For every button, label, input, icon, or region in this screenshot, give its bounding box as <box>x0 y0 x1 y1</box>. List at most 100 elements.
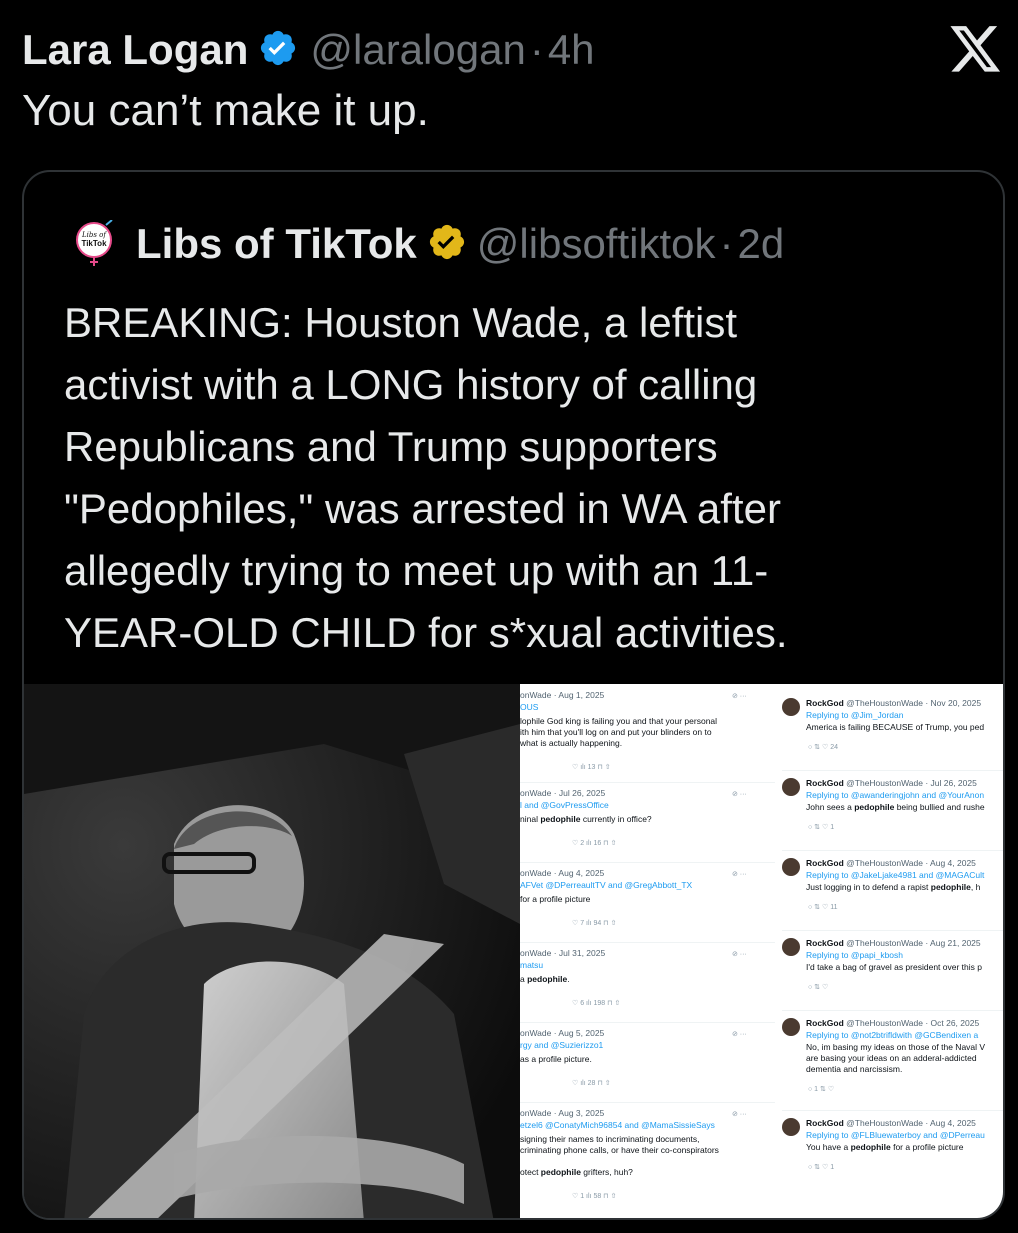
mini-tweet-replying: matsu <box>520 960 543 971</box>
mini-tweet-date: onWade · Aug 1, 2025 <box>520 690 605 700</box>
mini-tweet-text: otect pedophile grifters, huh? <box>520 1167 633 1177</box>
mini-tweet-mention: OUS <box>520 702 539 712</box>
mini-tweet-replying: Replying to @papi_kbosh <box>806 950 903 961</box>
more-options-icon: ⊘ ··· <box>732 693 747 700</box>
quote-text-line: allegedly trying to meet up with an 11- <box>64 547 769 594</box>
divider <box>782 1010 1003 1011</box>
mini-tweet-text: what is actually happening. <box>520 738 623 748</box>
libs-of-tiktok-avatar[interactable]: Libs of TikTok <box>72 219 116 268</box>
mini-tweet-date: onWade · Jul 31, 2025 <box>520 948 606 958</box>
mini-tweet-actions: ♡ ılı 13 ⊓ ⇧ <box>572 764 611 771</box>
arrest-photo-image[interactable] <box>24 684 520 1218</box>
mini-tweet-text: No, im basing my ideas on those of the N… <box>806 1042 986 1052</box>
quote-text-line: activist with a LONG history of calling <box>64 361 758 408</box>
screenshot-column-right: RockGod @TheHoustonWade · Nov 20, 2025 Re… <box>782 684 1003 1218</box>
mini-tweet-date: onWade · Jul 26, 2025 <box>520 788 606 798</box>
avatar <box>782 778 800 796</box>
tweet-timestamp[interactable]: 4h <box>548 26 595 74</box>
mini-tweet-text: Just logging in to defend a rapist pedop… <box>806 882 981 892</box>
quote-author-line: Libs of TikTok Libs of TikTok @libsoftik… <box>72 216 784 272</box>
gold-verified-badge-icon <box>427 222 467 267</box>
mini-tweet-actions: ♡ 2 ılı 16 ⊓ ⇧ <box>572 840 617 847</box>
mini-tweet-text: signing their names to incriminating doc… <box>520 1134 700 1144</box>
mini-tweet-mention: etzel6 @ConatyMich96854 and @MamaSissieS… <box>520 1120 715 1130</box>
tweet-author-line: Lara Logan @laralogan · 4h <box>22 22 595 78</box>
separator-dot: · <box>529 26 544 73</box>
author-name[interactable]: Lara Logan <box>22 26 248 74</box>
screenshot-column-left: onWade · Aug 1, 2025 ⊘ ··· OUS lophile God … <box>520 684 775 1218</box>
mini-tweet-text: John sees a pedophile being bullied and … <box>806 802 985 812</box>
mini-tweet-mention: Replying to @Jim_Jordan <box>806 710 904 720</box>
mini-tweet-replying: l and @GovPressOffice <box>520 800 609 811</box>
more-options-icon: ⊘ ··· <box>732 871 747 878</box>
more-options-icon: ⊘ ··· <box>732 951 747 958</box>
mini-tweet-date: onWade · Aug 4, 2025 <box>520 868 605 878</box>
mini-tweet-replying: Replying to @Jim_Jordan <box>806 710 903 721</box>
quoted-tweet-card[interactable]: Libs of TikTok Libs of TikTok @libsoftik… <box>22 170 1005 1220</box>
more-options-icon: ⊘ ··· <box>732 1111 747 1118</box>
mini-tweet-replying: Replying to @not2btrifldwith @GCBendixen… <box>806 1030 978 1041</box>
mini-tweet-author: RockGod <box>806 1118 844 1128</box>
quote-author-name[interactable]: Libs of TikTok <box>136 220 417 268</box>
mini-tweet-mention: l and @GovPressOffice <box>520 800 609 810</box>
more-options-icon: ⊘ ··· <box>732 791 747 798</box>
mini-tweet-replying: Replying to @JakeLjake4981 and @MAGACult <box>806 870 984 881</box>
mini-tweet-replying: rgy and @Suzierizzo1 <box>520 1040 603 1051</box>
mini-tweet-meta: RockGod @TheHoustonWade · Oct 26, 2025 <box>806 1018 979 1029</box>
mini-tweet-mention: Replying to @not2btrifldwith @GCBendixen… <box>806 1030 979 1040</box>
mini-tweet-mention: Replying to @papi_kbosh <box>806 950 903 960</box>
mini-tweet-date: onWade · Aug 3, 2025 <box>520 1108 605 1118</box>
quote-author-handle[interactable]: @libsoftiktok <box>477 220 716 268</box>
mini-tweet-meta: RockGod @TheHoustonWade · Aug 4, 2025 <box>806 1118 976 1129</box>
mini-tweet-meta: onWade · Aug 4, 2025 <box>520 868 604 879</box>
mini-tweet-actions: ○ 1 ⇅ ♡ <box>808 1086 835 1093</box>
mini-tweet-mention: rgy and @Suzierizzo1 <box>520 1040 604 1050</box>
mini-tweet-text: are basing your ideas on an adderal-addi… <box>806 1053 977 1063</box>
avatar <box>782 698 800 716</box>
avatar <box>782 1118 800 1136</box>
mini-tweet-meta: onWade · Aug 5, 2025 <box>520 1028 604 1039</box>
quote-text-line: Republicans and Trump supporters <box>64 423 718 470</box>
mini-tweet-text: I'd take a bag of gravel as president ov… <box>806 962 982 972</box>
mini-tweet-author: RockGod <box>806 858 844 868</box>
mini-tweet-date: @TheHoustonWade · Aug 21, 2025 <box>843 938 981 948</box>
mini-tweet-replying: AFVet @DPerreaultTV and @GregAbbott_TX <box>520 880 692 891</box>
mini-tweet-actions: ○ ⇅ ♡ <box>808 984 829 991</box>
avatar <box>782 858 800 876</box>
mini-tweet-replying: Replying to @awanderingjohn and @YourAno… <box>806 790 984 801</box>
author-handle[interactable]: @laralogan <box>310 26 525 74</box>
divider <box>520 782 775 783</box>
mini-tweet-date: onWade · Aug 5, 2025 <box>520 1028 605 1038</box>
mini-tweet-meta: RockGod @TheHoustonWade · Jul 26, 2025 <box>806 778 977 789</box>
mini-tweet-actions: ○ ⇅ ♡ 1 <box>808 1164 835 1171</box>
mini-tweet-actions: ♡ 1 ılı 58 ⊓ ⇧ <box>572 1193 617 1200</box>
mini-tweet-replying: OUS <box>520 702 538 713</box>
divider <box>520 942 775 943</box>
mini-tweet-text: criminating phone calls, or have their c… <box>520 1145 719 1155</box>
quote-text-line: BREAKING: Houston Wade, a leftist <box>64 299 738 346</box>
mini-tweet-actions: ♡ 7 ılı 94 ⊓ ⇧ <box>572 920 617 927</box>
mini-tweet-date: @TheHoustonWade · Oct 26, 2025 <box>843 1018 980 1028</box>
mini-tweet-meta: RockGod @TheHoustonWade · Aug 21, 2025 <box>806 938 981 949</box>
mini-tweet-actions: ♡ ılı 28 ⊓ ⇧ <box>572 1080 611 1087</box>
mini-tweet-meta: onWade · Aug 3, 2025 <box>520 1108 604 1119</box>
mini-tweet-author: RockGod <box>806 938 844 948</box>
mini-tweet-text: ninal pedophile currently in office? <box>520 814 652 824</box>
divider <box>782 770 1003 771</box>
x-logo-icon <box>950 26 1002 74</box>
quote-timestamp[interactable]: 2d <box>738 220 785 268</box>
mini-tweet-author: RockGod <box>806 778 844 788</box>
tweet-screenshots-image[interactable]: onWade · Aug 1, 2025 ⊘ ··· OUS lophile God … <box>520 684 1003 1218</box>
verified-badge-icon <box>258 28 298 73</box>
divider <box>782 1110 1003 1111</box>
divider <box>520 1102 775 1103</box>
mini-tweet-meta: RockGod @TheHoustonWade · Nov 20, 2025 <box>806 698 981 709</box>
separator-dot: · <box>719 220 734 267</box>
mini-tweet-author: RockGod <box>806 1018 844 1028</box>
mini-tweet-mention: Replying to @awanderingjohn and @YourAno… <box>806 790 985 800</box>
tweet-text: You can’t make it up. <box>22 86 429 135</box>
mini-tweet-date: @TheHoustonWade · Aug 4, 2025 <box>843 1118 976 1128</box>
mini-tweet-mention: matsu <box>520 960 544 970</box>
mini-tweet-text: lophile God king is failing you and that… <box>520 716 718 726</box>
mini-tweet-meta: onWade · Aug 1, 2025 <box>520 690 604 701</box>
